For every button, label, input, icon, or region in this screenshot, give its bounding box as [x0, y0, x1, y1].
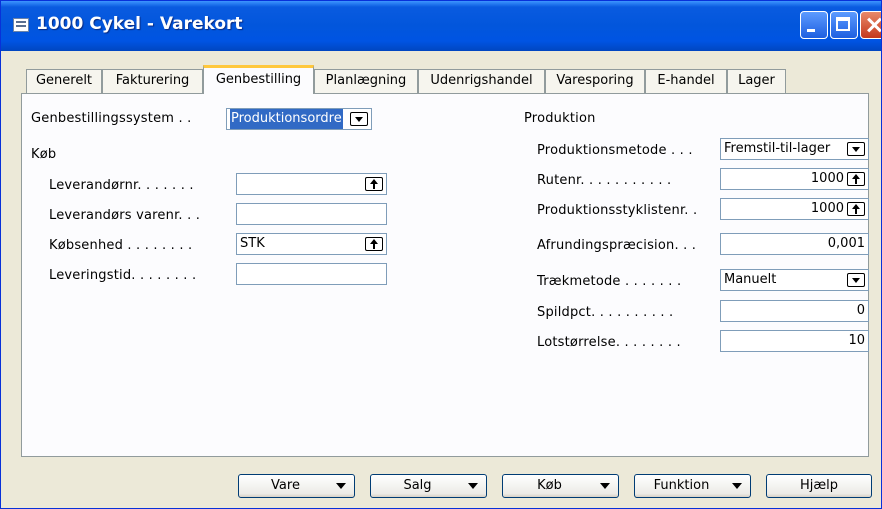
reorder-system-value: Produktionsordre: [230, 109, 343, 129]
routing-no-label: Rutenr. . . . . . . . . . .: [537, 173, 672, 188]
form-icon: [13, 18, 29, 32]
tab-udenrigshandel[interactable]: Udenrigshandel: [418, 69, 545, 93]
window-title: 1000 Cykel - Varekort: [36, 14, 243, 34]
dropdown-arrow-icon: [732, 483, 742, 489]
lookup-icon[interactable]: [847, 172, 865, 186]
close-button[interactable]: [860, 11, 881, 39]
tab-genbestilling[interactable]: Genbestilling: [203, 65, 314, 94]
tab-varesporing[interactable]: Varesporing: [545, 69, 645, 93]
tab-fakturering[interactable]: Fakturering: [102, 69, 203, 93]
vendor-no-label: Leverandørnr. . . . . . .: [49, 178, 194, 193]
lot-size-label: Lotstørrelse. . . . . . . .: [537, 335, 681, 350]
maximize-button[interactable]: [830, 11, 858, 39]
routing-no-field[interactable]: 1000: [720, 168, 869, 190]
purch-unit-label: Købsenhed . . . . . . . .: [49, 238, 193, 253]
dropdown-arrow-icon[interactable]: [847, 142, 865, 156]
prod-bom-label: Produktionsstyklistenr. .: [537, 203, 698, 218]
purchase-menu-label: Køb: [537, 478, 562, 493]
help-button[interactable]: Hjælp: [766, 474, 872, 498]
function-menu-label: Funktion: [653, 478, 710, 493]
dropdown-arrow-icon: [336, 483, 346, 489]
purchase-section-title: Køb: [31, 147, 57, 162]
item-menu-label: Vare: [271, 478, 300, 493]
flushing-method-label: Trækmetode . . . . . . .: [537, 274, 682, 289]
prod-bom-field[interactable]: 1000: [720, 198, 869, 220]
function-menu-button[interactable]: Funktion: [634, 474, 751, 498]
prod-method-select[interactable]: Fremstil-til-lager: [720, 138, 869, 160]
lookup-icon[interactable]: [365, 237, 383, 251]
tab-planlaegning[interactable]: Planlægning: [314, 69, 418, 93]
rounding-label: Afrundingspræcision. . .: [537, 238, 697, 253]
rounding-field[interactable]: 0,001: [720, 233, 869, 255]
rounding-value: 0,001: [827, 236, 865, 251]
item-menu-button[interactable]: Vare: [238, 474, 355, 498]
vendor-item-no-label: Leverandørs varenr. . .: [49, 208, 201, 223]
vendor-no-field[interactable]: [236, 173, 387, 195]
flushing-method-value: Manuelt: [724, 272, 777, 287]
help-label: Hjælp: [799, 478, 839, 493]
dropdown-arrow-icon: [600, 483, 610, 489]
prod-method-value: Fremstil-til-lager: [724, 141, 831, 156]
reorder-system-label: Genbestillingssystem . .: [31, 111, 192, 126]
routing-no-value: 1000: [810, 171, 844, 186]
dropdown-arrow-icon[interactable]: [350, 112, 368, 126]
dropdown-arrow-icon: [468, 483, 478, 489]
lead-time-field[interactable]: [236, 263, 387, 285]
sales-menu-label: Salg: [403, 478, 432, 493]
purch-unit-field[interactable]: STK: [236, 233, 387, 255]
prod-bom-value: 1000: [810, 201, 844, 216]
lead-time-label: Leveringstid. . . . . . . .: [49, 268, 197, 283]
scrap-label: Spildpct. . . . . . . . . .: [537, 305, 674, 320]
production-section-title: Produktion: [524, 111, 596, 126]
lookup-icon[interactable]: [847, 202, 865, 216]
tab-e-handel[interactable]: E-handel: [645, 69, 727, 93]
lookup-icon[interactable]: [365, 177, 383, 191]
sales-menu-button[interactable]: Salg: [370, 474, 487, 498]
prod-method-label: Produktionsmetode . . .: [537, 143, 693, 158]
flushing-method-select[interactable]: Manuelt: [720, 269, 869, 291]
scrap-field[interactable]: 0: [720, 300, 869, 322]
tab-lager[interactable]: Lager: [727, 69, 786, 93]
vendor-item-no-field[interactable]: [236, 203, 387, 225]
reorder-system-select[interactable]: Produktionsordre: [226, 108, 372, 130]
purch-unit-value: STK: [240, 236, 265, 251]
minimize-button[interactable]: [800, 11, 828, 39]
dropdown-arrow-icon[interactable]: [847, 273, 865, 287]
scrap-value: 0: [856, 303, 865, 318]
tab-generelt[interactable]: Generelt: [26, 69, 102, 93]
lot-size-value: 10: [848, 333, 865, 348]
item-card-window: 1000 Cykel - Varekort Generelt Faktureri…: [0, 0, 882, 509]
purchase-menu-button[interactable]: Køb: [502, 474, 619, 498]
title-bar[interactable]: 1000 Cykel - Varekort: [1, 1, 881, 51]
lot-size-field[interactable]: 10: [720, 330, 869, 352]
